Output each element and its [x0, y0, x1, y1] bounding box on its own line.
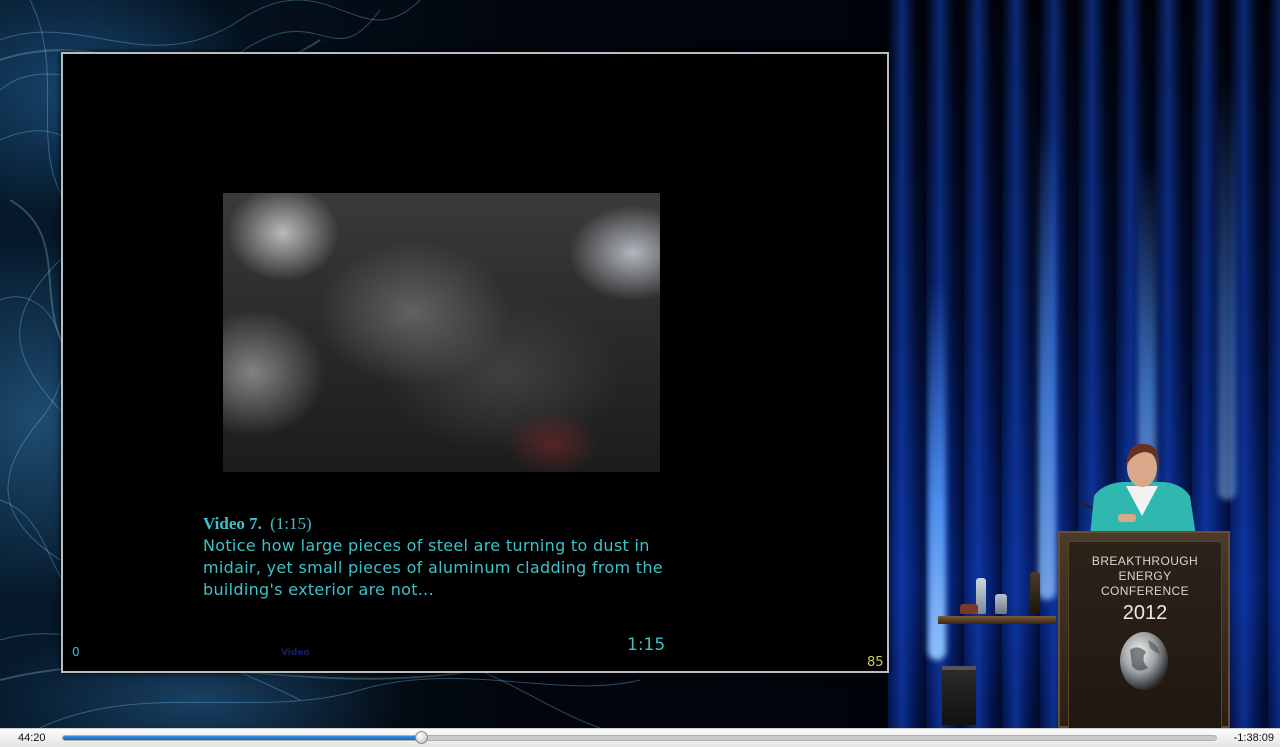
slide-faint-label: Video — [281, 648, 310, 658]
video-frame[interactable]: Video 7. (1:15) Notice how large pieces … — [0, 0, 1280, 728]
slide-timer: 1:15 — [627, 635, 666, 655]
video-player[interactable]: Video 7. (1:15) Notice how large pieces … — [0, 0, 1280, 747]
podium-title-line: ENERGY — [1118, 569, 1172, 583]
seek-bar-handle[interactable] — [414, 731, 428, 744]
slide-photo — [223, 193, 660, 472]
video-label-line: Video 7. (1:15) — [203, 513, 763, 535]
cup — [960, 604, 978, 614]
presentation-slide: Video 7. (1:15) Notice how large pieces … — [61, 52, 889, 673]
globe-icon — [1120, 632, 1168, 690]
seek-bar-progress — [63, 736, 422, 740]
podium-sign: BREAKTHROUGH ENERGY CONFERENCE 2012 — [1068, 541, 1222, 728]
speaker — [1082, 443, 1196, 536]
podium-title: BREAKTHROUGH ENERGY CONFERENCE — [1069, 554, 1221, 599]
caption-line: building's exterior are not... — [203, 580, 434, 599]
slide-counter: 0 — [72, 645, 80, 659]
bottle — [1030, 572, 1040, 614]
video-duration: (1:15) — [270, 514, 312, 533]
seek-bar[interactable] — [62, 731, 1217, 744]
podium: BREAKTHROUGH ENERGY CONFERENCE 2012 — [1058, 531, 1230, 728]
stage-light — [1218, 80, 1236, 500]
caption-line: Notice how large pieces of steel are tur… — [203, 536, 650, 555]
remaining-time: -1:38:09 — [1233, 732, 1274, 744]
player-controls: 44:20 -1:38:09 — [0, 728, 1280, 747]
video-label: Video 7. — [203, 514, 262, 533]
slide-page-number: 85 — [867, 655, 884, 670]
stage-light — [928, 280, 946, 660]
slide-caption: Video 7. (1:15) Notice how large pieces … — [203, 513, 763, 601]
podium-title-line: CONFERENCE — [1100, 584, 1189, 598]
podium-year: 2012 — [1122, 602, 1168, 624]
side-table-stand — [942, 666, 976, 725]
podium-title-line: BREAKTHROUGH — [1091, 554, 1199, 568]
stage-light — [1038, 120, 1056, 600]
side-table — [938, 616, 1056, 624]
caption-line: midair, yet small pieces of aluminum cla… — [203, 558, 663, 577]
water-glass — [995, 594, 1007, 614]
elapsed-time: 44:20 — [18, 732, 46, 744]
caption-text: Notice how large pieces of steel are tur… — [203, 535, 763, 601]
